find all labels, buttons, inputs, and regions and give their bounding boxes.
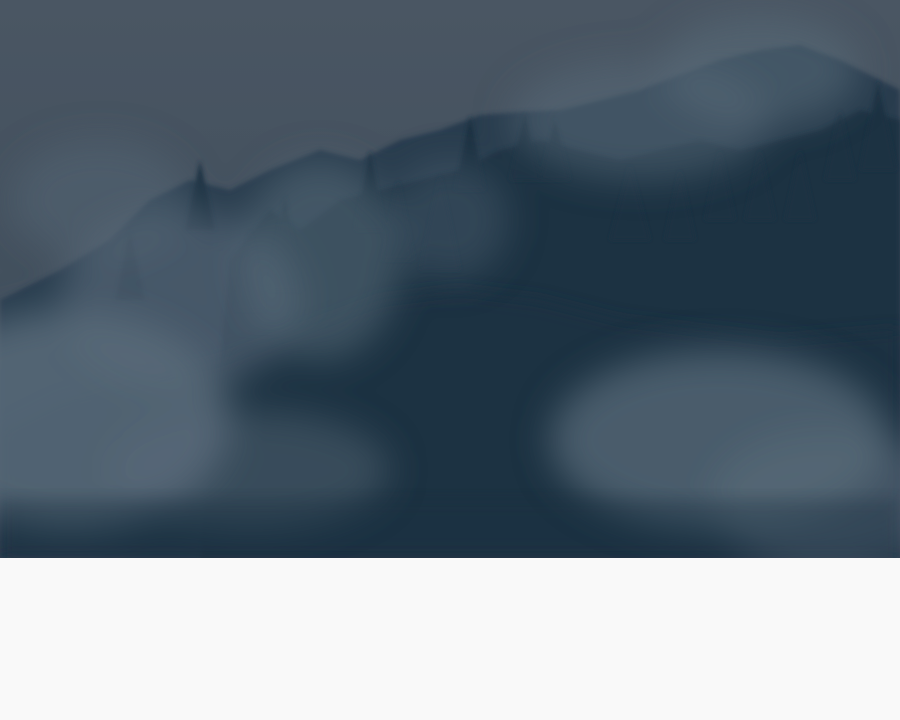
content-area <box>0 558 900 720</box>
bottom-shadow <box>0 500 900 558</box>
page <box>0 0 900 720</box>
hero-image <box>0 0 900 558</box>
forest-fog-photo <box>0 0 900 558</box>
